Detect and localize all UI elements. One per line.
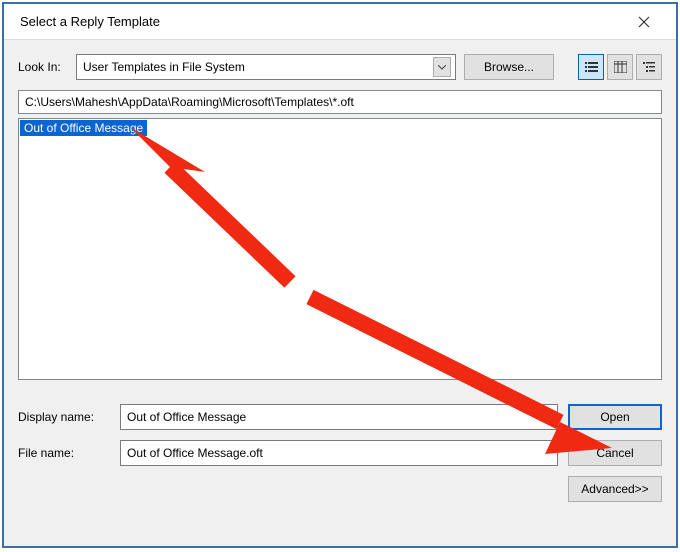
titlebar: Select a Reply Template bbox=[4, 4, 676, 40]
file-list[interactable]: Out of Office Message bbox=[18, 118, 662, 380]
advanced-button[interactable]: Advanced>> bbox=[568, 476, 662, 502]
close-icon bbox=[638, 16, 650, 28]
view-mode-buttons bbox=[578, 54, 662, 80]
path-text: C:\Users\Mahesh\AppData\Roaming\Microsof… bbox=[25, 95, 354, 109]
bottom-panel: Display name: Open File name: Cancel Adv… bbox=[18, 404, 662, 502]
lookin-dropdown[interactable]: User Templates in File System bbox=[76, 54, 456, 80]
browse-button[interactable]: Browse... bbox=[464, 54, 554, 80]
file-name-label: File name: bbox=[18, 446, 110, 460]
lookin-value: User Templates in File System bbox=[83, 60, 245, 74]
view-tree-button[interactable] bbox=[636, 54, 662, 80]
display-name-label: Display name: bbox=[18, 410, 110, 424]
details-view-icon bbox=[614, 61, 627, 73]
chevron-down-icon bbox=[433, 57, 451, 77]
cancel-button[interactable]: Cancel bbox=[568, 440, 662, 466]
view-details-button[interactable] bbox=[607, 54, 633, 80]
close-button[interactable] bbox=[624, 8, 664, 36]
dialog-body: Look In: User Templates in File System B… bbox=[4, 40, 676, 512]
path-display[interactable]: C:\Users\Mahesh\AppData\Roaming\Microsof… bbox=[18, 90, 662, 114]
display-name-input[interactable] bbox=[120, 404, 558, 430]
lookin-row: Look In: User Templates in File System B… bbox=[18, 54, 662, 80]
file-item-selected[interactable]: Out of Office Message bbox=[20, 120, 147, 136]
dialog-title: Select a Reply Template bbox=[20, 14, 160, 29]
list-view-icon bbox=[585, 61, 598, 73]
file-name-input[interactable] bbox=[120, 440, 558, 466]
lookin-label: Look In: bbox=[18, 60, 68, 74]
dialog-window: Select a Reply Template Look In: User Te… bbox=[2, 2, 678, 548]
view-list-button[interactable] bbox=[578, 54, 604, 80]
tree-view-icon bbox=[643, 61, 656, 73]
open-button[interactable]: Open bbox=[568, 404, 662, 430]
